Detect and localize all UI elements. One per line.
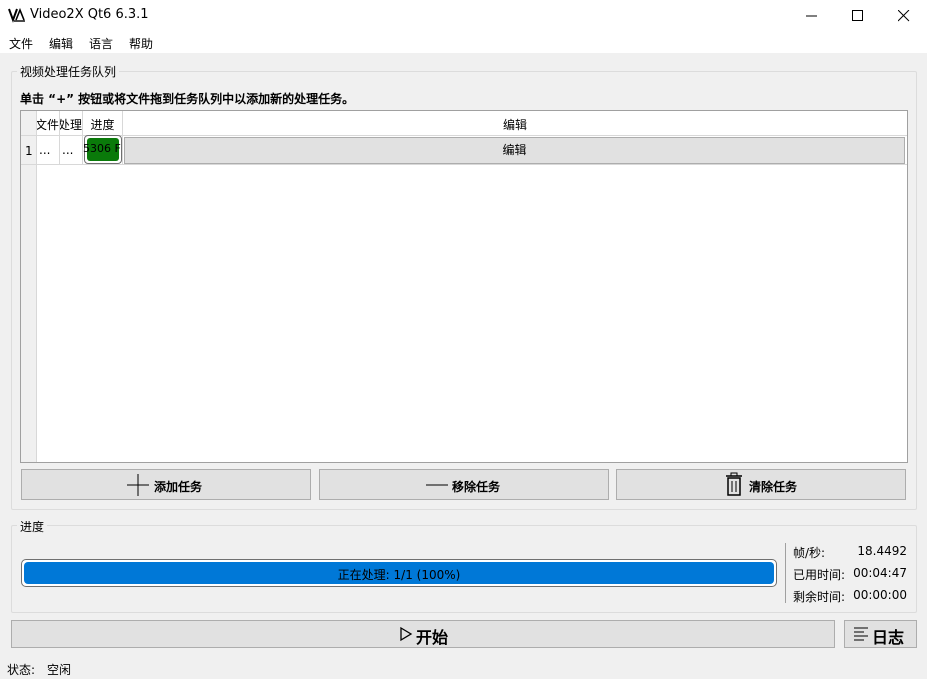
elapsed-value: 00:04:47 [853,566,907,580]
remove-task-label: 移除任务 [452,480,501,494]
fps-value: 18.4492 [857,544,907,558]
status-bar: 状态: 空闲 [0,657,927,679]
menu-edit[interactable]: 编辑 [49,35,73,52]
add-task-button[interactable]: 添加任务 [21,469,311,500]
log-label: 日志 [872,628,905,647]
header-process[interactable]: 处理 [60,116,82,133]
close-button[interactable] [881,0,927,31]
start-label: 开始 [416,628,449,647]
status-value: 空闲 [47,663,72,677]
status-label: 状态: [7,663,36,677]
clear-tasks-button[interactable]: 清除任务 [616,469,906,500]
menu-language[interactable]: 语言 [89,35,113,52]
fps-label: 帧/秒: [793,546,826,560]
task-table[interactable]: 文件 处理 进度 编辑 1 ... ... 5306 F 编辑 [20,110,908,463]
plus-icon [127,474,149,496]
clear-tasks-label: 清除任务 [749,480,798,494]
row-progress-text: 5306 F [83,142,121,155]
maximize-icon [852,10,863,21]
menu-bar: 文件 编辑 语言 帮助 [0,31,927,53]
row-file[interactable]: ... [39,143,50,157]
menu-help[interactable]: 帮助 [129,35,153,52]
remaining-label: 剩余时间: [793,590,846,604]
progress-title: 进度 [17,518,48,535]
log-button[interactable]: 日志 [844,620,917,648]
header-divider [21,135,907,136]
row-process[interactable]: ... [62,143,73,157]
stats-separator [785,543,786,603]
header-edit[interactable]: 编辑 [123,116,907,133]
start-button[interactable]: 开始 [11,620,835,648]
log-list-icon [854,627,868,641]
menu-file[interactable]: 文件 [9,35,33,52]
row-progress-bar: 5306 F [83,135,122,164]
remove-task-button[interactable]: 移除任务 [319,469,609,500]
window-title: Video2X Qt6 6.3.1 [30,7,149,22]
title-bar: Video2X Qt6 6.3.1 [0,0,927,31]
play-icon [400,626,413,642]
minus-icon [426,484,448,486]
overall-progress-bar: 正在处理: 1/1 (100%) [21,559,777,587]
task-queue-title: 视频处理任务队列 [17,63,120,80]
minimize-button[interactable] [789,0,835,31]
add-task-label: 添加任务 [154,480,203,494]
video2x-logo-icon [8,7,25,23]
queue-hint: 单击 “+” 按钮或将文件拖到任务队列中以添加新的处理任务。 [20,92,355,106]
trash-icon [726,472,742,496]
maximize-button[interactable] [835,0,881,31]
remaining-value: 00:00:00 [853,588,907,602]
row-edit-button[interactable]: 编辑 [124,137,905,164]
elapsed-label: 已用时间: [793,568,846,582]
header-progress[interactable]: 进度 [83,116,122,133]
row-divider [21,164,907,165]
overall-progress-text: 正在处理: 1/1 (100%) [337,568,461,582]
row-index: 1 [25,144,33,158]
close-icon [898,10,910,22]
minimize-icon [806,15,817,17]
header-file[interactable]: 文件 [37,116,59,133]
